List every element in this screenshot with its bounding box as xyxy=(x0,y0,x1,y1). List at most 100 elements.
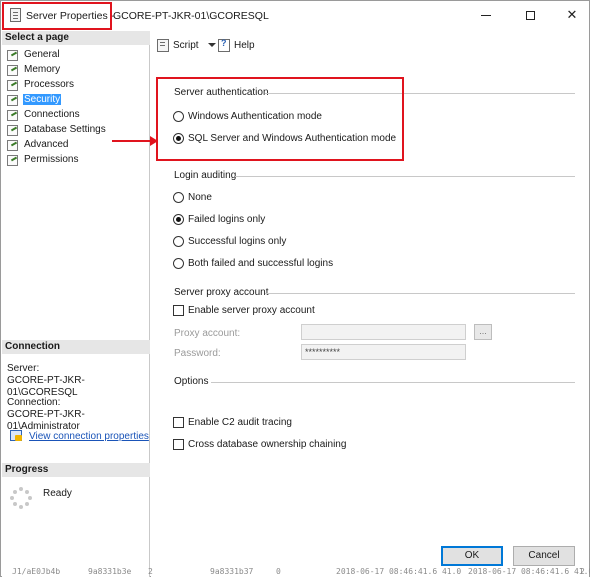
page-wrench-icon xyxy=(6,79,20,91)
script-icon xyxy=(157,39,170,52)
page-item-label: Connections xyxy=(24,109,80,120)
toolbar: Script Help xyxy=(151,31,589,59)
c2-audit-checkbox[interactable]: Enable C2 audit tracing xyxy=(173,417,292,428)
page-wrench-icon xyxy=(6,64,20,76)
audit-none-label: None xyxy=(188,192,212,203)
checkbox-indicator xyxy=(173,417,184,428)
enable-proxy-checkbox[interactable]: Enable server proxy account xyxy=(173,305,315,316)
radio-indicator xyxy=(173,236,184,247)
cross-db-label: Cross database ownership chaining xyxy=(188,439,347,450)
page-item-label: Memory xyxy=(24,64,61,75)
audit-none-radio[interactable]: None xyxy=(173,192,212,203)
proxy-account-label: Proxy account: xyxy=(174,328,241,339)
page-item-connections[interactable]: Connections xyxy=(6,107,146,122)
background-cell: J1/aE0Jb4b xyxy=(12,567,61,576)
page-item-label: Permissions xyxy=(24,154,79,165)
password-input[interactable]: ********** xyxy=(301,344,466,360)
page-item-label: Processors xyxy=(24,79,75,90)
background-cell: 9a8331b37 xyxy=(210,567,254,576)
view-connection-properties-link[interactable]: View connection properties xyxy=(10,430,149,442)
page-item-memory[interactable]: Memory xyxy=(6,62,146,77)
background-cell: 2 xyxy=(580,567,585,576)
ok-button[interactable]: OK xyxy=(441,546,503,566)
page-wrench-icon xyxy=(6,109,20,121)
page-item-label: Security xyxy=(23,94,62,105)
progress-spinner-icon xyxy=(10,487,32,509)
title-annotation-box xyxy=(2,2,112,30)
maximize-icon xyxy=(525,10,535,20)
view-connection-properties-label: View connection properties xyxy=(29,430,149,442)
options-title: Options xyxy=(174,376,209,387)
audit-failed-radio[interactable]: Failed logins only xyxy=(173,214,265,225)
page-item-processors[interactable]: Processors xyxy=(6,77,146,92)
audit-successful-radio[interactable]: Successful logins only xyxy=(173,236,286,247)
progress-heading: Progress xyxy=(2,463,150,477)
connection-properties-icon xyxy=(10,430,24,442)
server-value: GCORE-PT-JKR-01\GCORESQL xyxy=(7,375,85,398)
audit-failed-label: Failed logins only xyxy=(188,214,266,225)
left-pane: Select a page General Memory Processors … xyxy=(2,31,150,577)
script-button[interactable]: Script xyxy=(157,39,216,52)
enable-proxy-label: Enable server proxy account xyxy=(188,305,315,316)
proxy-account-divider xyxy=(265,293,575,294)
page-item-label: General xyxy=(24,49,60,60)
radio-indicator xyxy=(173,192,184,203)
background-cell: 9a8331b3e xyxy=(88,567,132,576)
login-auditing-title: Login auditing xyxy=(174,170,237,181)
select-page-heading: Select a page xyxy=(2,31,150,45)
page-item-label: Database Settings xyxy=(24,124,106,135)
background-cell: 2 xyxy=(148,567,153,576)
cancel-button[interactable]: Cancel xyxy=(513,546,575,566)
connection-label: Connection: xyxy=(7,397,61,408)
background-cell: 2018-06-17 08:46:41.6 41.0 xyxy=(468,567,590,576)
help-button[interactable]: Help xyxy=(218,38,255,52)
page-item-security[interactable]: Security xyxy=(6,92,146,107)
page-item-database-settings[interactable]: Database Settings xyxy=(6,122,146,137)
proxy-browse-button[interactable]: ... xyxy=(474,324,492,340)
radio-indicator xyxy=(173,214,184,225)
server-label: Server: xyxy=(7,363,40,374)
minimize-icon xyxy=(481,14,491,16)
maximize-button[interactable] xyxy=(509,1,551,29)
proxy-account-input[interactable] xyxy=(301,324,466,340)
page-wrench-icon xyxy=(6,124,20,136)
audit-both-radio[interactable]: Both failed and successful logins xyxy=(173,258,333,269)
c2-audit-label: Enable C2 audit tracing xyxy=(188,417,292,428)
page-item-general[interactable]: General xyxy=(6,47,146,62)
audit-successful-label: Successful logins only xyxy=(188,236,287,247)
server-properties-window: Server Properties - GCORE-PT-JKR-01\GCOR… xyxy=(0,0,590,577)
page-wrench-icon xyxy=(6,139,20,151)
page-wrench-icon xyxy=(6,94,20,106)
login-auditing-divider xyxy=(235,176,575,177)
background-cell: 0 xyxy=(276,567,281,576)
chevron-down-icon[interactable] xyxy=(207,43,216,47)
checkbox-indicator xyxy=(173,439,184,450)
window-title-server: GCORE-PT-JKR-01\GCORESQL xyxy=(113,10,269,22)
help-label: Help xyxy=(234,39,255,51)
annotation-arrow-line xyxy=(112,140,154,142)
close-button[interactable]: ✕ xyxy=(551,1,590,29)
connection-heading: Connection xyxy=(2,340,150,354)
minimize-button[interactable] xyxy=(465,1,507,29)
background-cell: 2018-06-17 08:46:41.6 41.0 xyxy=(336,567,462,576)
page-wrench-icon xyxy=(6,154,20,166)
help-icon xyxy=(218,38,231,52)
password-label: Password: xyxy=(174,348,221,359)
script-label: Script xyxy=(173,39,199,51)
page-wrench-icon xyxy=(6,49,20,61)
auth-annotation-box xyxy=(156,77,404,161)
annotation-arrow-icon xyxy=(150,136,158,146)
page-item-permissions[interactable]: Permissions xyxy=(6,152,146,167)
cross-db-checkbox[interactable]: Cross database ownership chaining xyxy=(173,439,346,450)
radio-indicator xyxy=(173,258,184,269)
options-divider xyxy=(211,382,575,383)
close-icon: ✕ xyxy=(566,7,578,22)
checkbox-indicator xyxy=(173,305,184,316)
title-bar[interactable]: Server Properties - GCORE-PT-JKR-01\GCOR… xyxy=(1,1,589,31)
progress-status: Ready xyxy=(43,488,72,499)
proxy-account-title: Server proxy account xyxy=(174,287,269,298)
audit-both-label: Both failed and successful logins xyxy=(188,258,334,269)
page-item-label: Advanced xyxy=(24,139,69,150)
background-window-strip: J1/aE0Jb4b 9a8331b3e 2 9a8331b37 0 2018-… xyxy=(0,567,590,577)
page-list: General Memory Processors Security Conne… xyxy=(6,47,146,167)
